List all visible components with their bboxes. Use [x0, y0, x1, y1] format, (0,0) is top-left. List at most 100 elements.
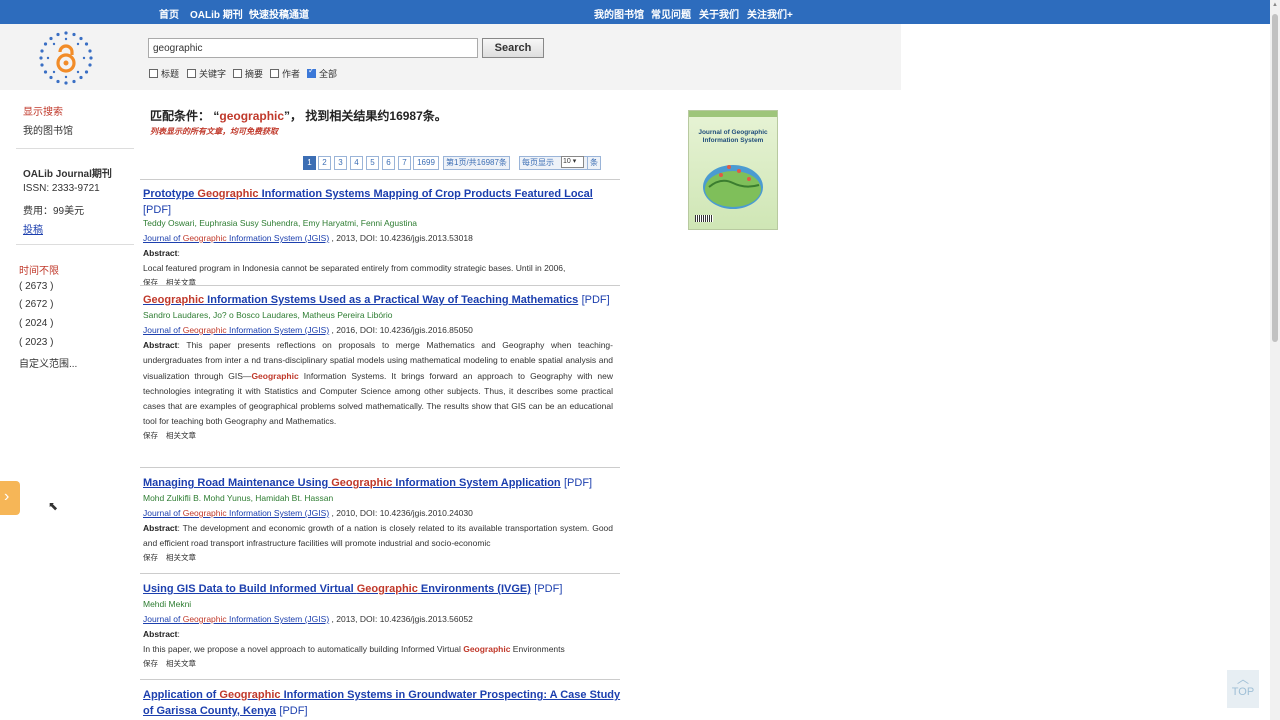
per-page-select[interactable]: 10 ▾ [561, 156, 584, 168]
checkbox-keyword[interactable] [187, 69, 196, 78]
sidebar-divider [16, 244, 134, 245]
result-abstract-label: Abstract: [143, 248, 180, 258]
result-summary: 匹配条件： “geographic”， 找到相关结果约16987条。 [150, 109, 447, 123]
pdf-link[interactable]: [PDF] [279, 705, 307, 717]
result-journal: Journal of Geographic Information System… [143, 231, 613, 246]
journal-link[interactable]: Journal of Geographic Information System… [143, 233, 329, 243]
page-button[interactable]: 3 [334, 156, 347, 170]
page-button[interactable]: 4 [350, 156, 363, 170]
result-divider [140, 285, 620, 286]
result-actions: 保存 相关文章 [143, 658, 613, 669]
result-item: Application of Geographic Information Sy… [143, 687, 623, 719]
query-term: geographic [219, 109, 285, 123]
result-meta: , 2010, DOI: 10.4236/jgis.2010.24030 [329, 508, 473, 518]
result-abstract: Local featured program in Indonesia cann… [143, 263, 566, 274]
journal-link[interactable]: Journal of Geographic Information System… [143, 325, 329, 335]
show-search-link[interactable]: 显示搜索 [23, 103, 63, 118]
result-actions: 保存 相关文章 [143, 430, 613, 441]
result-authors[interactable]: Mehdi Mekni [143, 597, 613, 612]
nav-faq[interactable]: 常见问题 [651, 6, 691, 21]
result-title-link[interactable]: Application of Geographic Information Sy… [143, 689, 620, 717]
page-scrollbar[interactable]: ▲ [1270, 0, 1280, 720]
globe-icon [703, 165, 763, 209]
result-item: Using GIS Data to Build Informed Virtual… [143, 581, 613, 669]
barcode-icon [695, 215, 713, 222]
year-filter-item[interactable]: ( 2024 ) [19, 318, 53, 329]
search-button[interactable]: Search [482, 38, 544, 58]
year-filter-item[interactable]: ( 2023 ) [19, 337, 53, 348]
journal-cover-image[interactable]: Journal of Geographic Information System [688, 110, 778, 230]
scrollbar-thumb[interactable] [1272, 14, 1278, 342]
result-journal: Journal of Geographic Information System… [143, 323, 613, 338]
journal-link[interactable]: Journal of Geographic Information System… [143, 508, 329, 518]
result-title-link[interactable]: Prototype Geographic Information Systems… [143, 188, 593, 200]
page-button[interactable]: 2 [318, 156, 331, 170]
result-actions: 保存 相关文章 [143, 552, 613, 563]
nav-about[interactable]: 关于我们 [699, 6, 739, 21]
nav-fast-submit[interactable]: 快速投稿通道 [249, 6, 309, 21]
checkbox-author[interactable] [270, 69, 279, 78]
per-page-unit: 条 [587, 156, 601, 170]
option-keyword[interactable]: 关键字 [187, 67, 226, 80]
result-authors[interactable]: Teddy Oswari, Euphrasia Susy Suhendra, E… [143, 216, 613, 231]
result-divider [140, 573, 620, 574]
pdf-link[interactable]: [PDF] [582, 294, 610, 306]
result-abstract: Abstract: The development and economic g… [143, 523, 614, 549]
checkbox-abstract[interactable] [233, 69, 242, 78]
pdf-link[interactable]: [PDF] [534, 583, 562, 595]
result-title-link[interactable]: Using GIS Data to Build Informed Virtual… [143, 583, 531, 595]
result-meta: , 2013, DOI: 10.4236/jgis.2013.56052 [329, 614, 473, 624]
checkbox-all[interactable] [307, 66, 316, 78]
result-item: Geographic Information Systems Used as a… [143, 292, 613, 441]
oalib-logo-icon[interactable] [38, 30, 94, 86]
year-filter-item[interactable]: ( 2673 ) [19, 281, 53, 292]
side-expand-tab[interactable]: › [0, 481, 20, 515]
related-link[interactable]: 相关文章 [166, 431, 196, 440]
page-button[interactable]: 7 [398, 156, 411, 170]
pdf-link[interactable]: [PDF] [143, 204, 171, 216]
result-meta: , 2016, DOI: 10.4236/jgis.2016.85050 [329, 325, 473, 335]
page-summary: 第1页/共16987条 [443, 156, 510, 170]
result-authors[interactable]: Sandro Laudares, Jo? o Bosco Laudares, M… [143, 308, 613, 323]
submit-link[interactable]: 投稿 [23, 221, 43, 236]
checkbox-title[interactable] [149, 69, 158, 78]
cover-title: Journal of Geographic Information System [698, 129, 768, 144]
mouse-cursor-icon: ⬉ [48, 499, 59, 513]
nav-journals[interactable]: OALib 期刊 [190, 6, 243, 21]
option-all[interactable]: 全部 [307, 66, 337, 80]
related-link[interactable]: 相关文章 [166, 553, 196, 562]
custom-range-link[interactable]: 自定义范围... [19, 355, 77, 370]
search-header: Search 标题 关键字 摘要 作者 全部 [0, 24, 901, 90]
result-title-link[interactable]: Geographic Information Systems Used as a… [143, 294, 578, 306]
save-link[interactable]: 保存 [143, 659, 158, 668]
scroll-up-icon[interactable]: ▲ [1272, 2, 1278, 8]
option-abstract[interactable]: 摘要 [233, 67, 263, 80]
result-title-link[interactable]: Managing Road Maintenance Using Geograph… [143, 477, 561, 489]
result-authors[interactable]: Mohd Zulkifli B. Mohd Yunus, Hamidah Bt.… [143, 491, 613, 506]
result-journal: Journal of Geographic Information System… [143, 506, 613, 521]
nav-my-library[interactable]: 我的图书馆 [594, 6, 644, 21]
page-button[interactable]: 6 [382, 156, 395, 170]
last-page-button[interactable]: 1699 [413, 156, 439, 170]
save-link[interactable]: 保存 [143, 553, 158, 562]
result-item: Prototype Geographic Information Systems… [143, 186, 613, 288]
my-library-link[interactable]: 我的图书馆 [23, 122, 73, 137]
search-input[interactable] [148, 38, 478, 58]
year-filter-item[interactable]: ( 2672 ) [19, 299, 53, 310]
page-button[interactable]: 1 [303, 156, 316, 170]
sidebar-divider [16, 148, 134, 149]
journal-fee: 费用：99美元 [23, 206, 85, 217]
related-link[interactable]: 相关文章 [166, 659, 196, 668]
option-title[interactable]: 标题 [149, 67, 179, 80]
time-filter-header[interactable]: 时间不限 [19, 262, 59, 277]
nav-home[interactable]: 首页 [159, 6, 179, 21]
option-author[interactable]: 作者 [270, 67, 300, 80]
free-access-hint: 列表显示的所有文章，均可免费获取 [150, 127, 278, 136]
page-button[interactable]: 5 [366, 156, 379, 170]
journal-link[interactable]: Journal of Geographic Information System… [143, 614, 329, 624]
pdf-link[interactable]: [PDF] [564, 477, 592, 489]
back-to-top-button[interactable]: ︿ TOP [1227, 670, 1259, 708]
nav-follow[interactable]: 关注我们+ [747, 6, 793, 21]
journal-title: OALib Journal期刊 [23, 169, 112, 180]
save-link[interactable]: 保存 [143, 431, 158, 440]
